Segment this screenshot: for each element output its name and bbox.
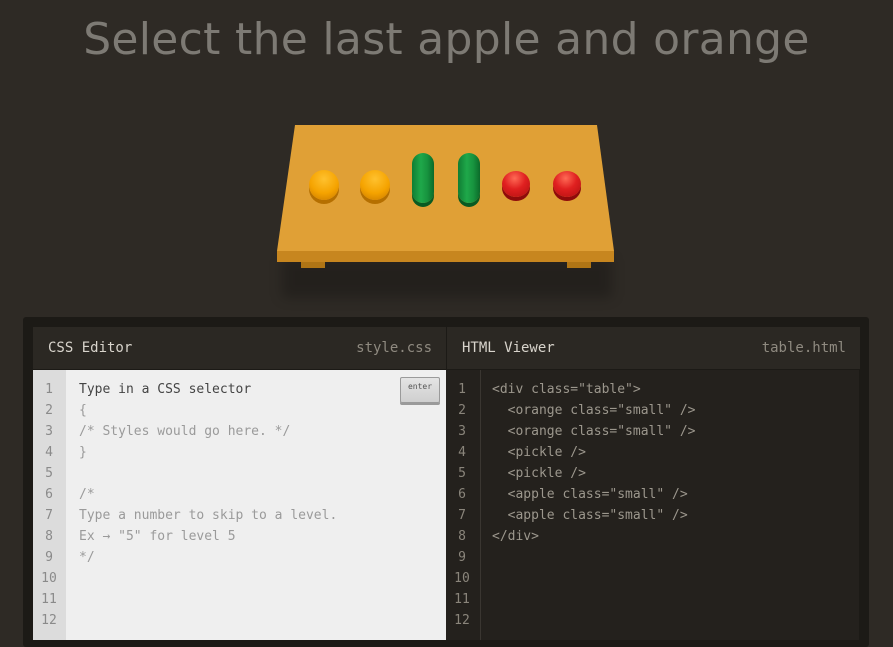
html-viewer-body: 1 2 3 4 5 6 7 8 9 10 11 12 <div class="table"> <ora… <box>446 370 859 640</box>
html-viewer-filename: table.html <box>761 340 846 356</box>
line-number: 4 <box>458 445 466 460</box>
css-editor-body[interactable]: 1 2 3 4 5 6 7 8 9 10 11 12 Type in a CSS selector{/… <box>33 370 446 640</box>
code-line: } <box>79 445 87 460</box>
pickle-1[interactable] <box>412 153 434 203</box>
line-number: 12 <box>454 613 470 628</box>
enter-button[interactable]: enter <box>400 377 440 403</box>
line-number: 3 <box>458 424 466 439</box>
code-line: /* <box>79 487 95 502</box>
line-number: 1 <box>458 382 466 397</box>
pickle-2[interactable] <box>458 153 480 203</box>
code-line: <pickle /> <box>492 445 586 460</box>
css-editor-filename: style.css <box>356 340 432 356</box>
code-line: Ex → "5" for level 5 <box>79 529 236 544</box>
line-number: 8 <box>45 529 53 544</box>
code-line: <apple class="small" /> <box>492 508 688 523</box>
line-number: 2 <box>458 403 466 418</box>
line-number: 11 <box>41 592 57 607</box>
code-line: <orange class="small" /> <box>492 403 696 418</box>
line-number: 12 <box>41 613 57 628</box>
table-scene <box>0 0 893 310</box>
code-line: { <box>79 403 87 418</box>
code-line: <div class="table"> <box>492 382 641 397</box>
css-line-gutter: 1 2 3 4 5 6 7 8 9 10 11 12 <box>33 370 66 640</box>
table-leg-left <box>301 262 325 268</box>
orange-2[interactable] <box>360 170 390 200</box>
code-line: </div> <box>492 529 539 544</box>
line-number: 5 <box>458 466 466 481</box>
css-editor-title: CSS Editor <box>48 340 133 356</box>
html-viewer-title: HTML Viewer <box>462 340 555 356</box>
code-line: <pickle /> <box>492 466 586 481</box>
css-editor-header: CSS Editor style.css <box>33 327 446 369</box>
apple-2[interactable] <box>553 171 581 197</box>
line-number: 2 <box>45 403 53 418</box>
line-number: 6 <box>45 487 53 502</box>
code-line: Type a number to skip to a level. <box>79 508 338 523</box>
line-number: 3 <box>45 424 53 439</box>
line-number: 4 <box>45 445 53 460</box>
code-line: Type in a CSS selector <box>79 382 252 397</box>
line-number: 9 <box>45 550 53 565</box>
table-front <box>277 251 614 262</box>
line-number: 10 <box>454 571 470 586</box>
code-line: <orange class="small" /> <box>492 424 696 439</box>
line-number: 9 <box>458 550 466 565</box>
apple-1[interactable] <box>502 171 530 197</box>
line-number: 8 <box>458 529 466 544</box>
line-number: 10 <box>41 571 57 586</box>
table-leg-right <box>567 262 591 268</box>
html-line-gutter: 1 2 3 4 5 6 7 8 9 10 11 12 <box>446 370 481 640</box>
line-number: 1 <box>45 382 53 397</box>
orange-1[interactable] <box>309 170 339 200</box>
table-graphic <box>277 125 614 268</box>
line-number: 11 <box>454 592 470 607</box>
code-line: /* Styles would go here. */ <box>79 424 291 439</box>
code-line: <apple class="small" /> <box>492 487 688 502</box>
line-number: 7 <box>458 508 466 523</box>
line-number: 6 <box>458 487 466 502</box>
html-viewer-header: HTML Viewer table.html <box>446 327 860 369</box>
line-number: 5 <box>45 466 53 481</box>
line-number: 7 <box>45 508 53 523</box>
code-line: */ <box>79 550 95 565</box>
